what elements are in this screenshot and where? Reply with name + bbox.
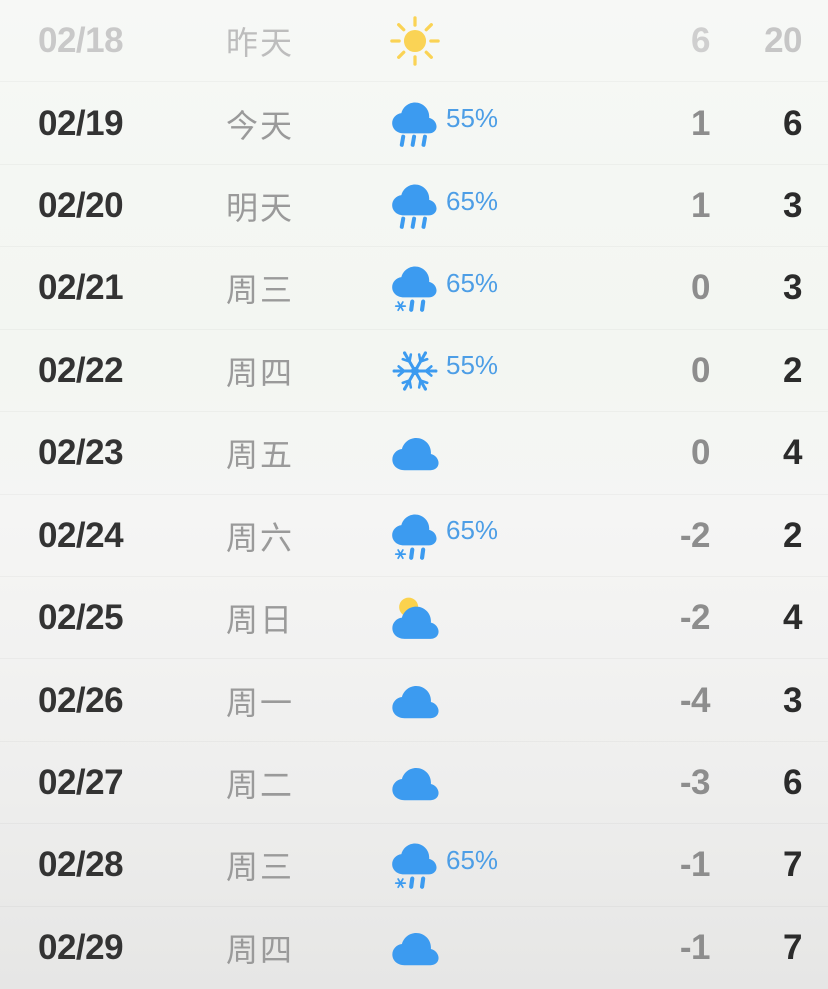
- forecast-high-temp: 3: [783, 268, 802, 308]
- forecast-day-label: 周三: [226, 849, 295, 886]
- forecast-date: 02/22: [38, 350, 124, 390]
- forecast-low-temp: 6: [691, 21, 710, 61]
- forecast-condition: [378, 919, 614, 977]
- forecast-condition: 65%: [378, 177, 614, 235]
- forecast-date: 02/19: [38, 103, 124, 143]
- precipitation-probability: 65%: [446, 185, 499, 216]
- forecast-day-label: 昨天: [226, 25, 295, 62]
- forecast-condition: [378, 424, 614, 482]
- forecast-condition: 65%: [378, 259, 614, 317]
- forecast-date: 02/18: [38, 21, 124, 61]
- forecast-date: 02/25: [38, 598, 124, 638]
- forecast-high-temp: 2: [783, 350, 802, 390]
- cloud-icon: [386, 754, 444, 812]
- forecast-low-temp: 0: [691, 268, 710, 308]
- forecast-high-temp: 7: [783, 845, 802, 885]
- forecast-date: 02/23: [38, 433, 124, 473]
- forecast-high-temp: 7: [783, 927, 802, 967]
- precipitation-probability: 65%: [446, 515, 499, 546]
- forecast-high-temp: 3: [783, 680, 802, 720]
- forecast-high-temp: 3: [783, 186, 802, 226]
- forecast-row[interactable]: 02/26 周一 -4 3: [0, 659, 828, 741]
- precipitation-probability: 55%: [446, 350, 499, 381]
- forecast-condition: [378, 589, 614, 647]
- sleet-cloud-icon: [386, 836, 444, 894]
- cloud-icon: [386, 919, 444, 977]
- partly-cloudy-icon: [386, 589, 444, 647]
- forecast-date: 02/27: [38, 763, 124, 802]
- forecast-high-temp: 6: [783, 763, 802, 802]
- forecast-row[interactable]: 02/22 周四 55% 0 2: [0, 330, 828, 412]
- forecast-low-temp: 1: [691, 186, 710, 226]
- sun-icon: [386, 12, 444, 70]
- forecast-day-label: 周四: [226, 931, 295, 968]
- forecast-low-temp: -1: [679, 927, 711, 967]
- forecast-date: 02/24: [38, 515, 124, 555]
- forecast-low-temp: 0: [691, 433, 710, 473]
- forecast-low-temp: -1: [679, 845, 711, 885]
- forecast-day-label: 周一: [226, 684, 295, 721]
- forecast-day-label: 周二: [226, 767, 295, 803]
- forecast-low-temp: -2: [679, 598, 711, 638]
- cloud-icon: [386, 424, 444, 482]
- precipitation-probability: 65%: [446, 267, 499, 298]
- forecast-high-temp: 20: [764, 21, 802, 61]
- forecast-row[interactable]: 02/27 周二 -3 6: [0, 742, 828, 824]
- rain-cloud-icon: [386, 95, 444, 153]
- forecast-row[interactable]: 02/21 周三 65% 0 3: [0, 247, 828, 329]
- forecast-date: 02/21: [38, 268, 124, 308]
- forecast-condition: 65%: [378, 836, 614, 894]
- forecast-day-label: 今天: [226, 107, 295, 144]
- forecast-low-temp: -3: [679, 763, 711, 802]
- forecast-row[interactable]: 02/28 周三 65% -1 7: [0, 824, 828, 906]
- forecast-low-temp: -4: [679, 680, 711, 720]
- snowflake-icon: [386, 342, 444, 400]
- forecast-low-temp: 0: [691, 350, 710, 390]
- forecast-date: 02/20: [38, 186, 124, 226]
- sleet-cloud-icon: [386, 507, 444, 565]
- rain-cloud-icon: [386, 177, 444, 235]
- forecast-condition: [378, 754, 614, 812]
- forecast-row[interactable]: 02/23 周五 0 4: [0, 412, 828, 494]
- forecast-high-temp: 2: [783, 515, 802, 555]
- forecast-high-temp: 6: [783, 103, 802, 143]
- forecast-condition: [378, 672, 614, 730]
- forecast-low-temp: -2: [679, 515, 711, 555]
- forecast-day-label: 明天: [226, 190, 295, 227]
- forecast-condition: 65%: [378, 507, 614, 565]
- forecast-day-label: 周三: [226, 272, 295, 309]
- forecast-row[interactable]: 02/20 明天 65% 1 3: [0, 165, 828, 247]
- precipitation-probability: 65%: [446, 844, 499, 875]
- forecast-condition: 55%: [378, 342, 614, 400]
- forecast-date: 02/28: [38, 845, 124, 885]
- forecast-high-temp: 4: [783, 598, 802, 638]
- weather-forecast-list: 02/18 昨天 6 20 02/19 今天 55% 1 6 02/20 明天 65% 1 3 02/21 周…: [0, 0, 828, 989]
- forecast-condition: [378, 12, 614, 70]
- forecast-row[interactable]: 02/29 周四 -1 7: [0, 907, 828, 989]
- forecast-condition: 55%: [378, 95, 614, 153]
- forecast-row[interactable]: 02/25 周日 -2 4: [0, 577, 828, 659]
- forecast-day-label: 周日: [226, 602, 295, 639]
- forecast-low-temp: 1: [691, 103, 710, 143]
- precipitation-probability: 55%: [446, 103, 499, 134]
- cloud-icon: [386, 672, 444, 730]
- sleet-cloud-icon: [386, 259, 444, 317]
- forecast-day-label: 周五: [226, 437, 295, 474]
- forecast-date: 02/26: [38, 680, 124, 720]
- forecast-row[interactable]: 02/24 周六 65% -2 2: [0, 495, 828, 577]
- forecast-row[interactable]: 02/19 今天 55% 1 6: [0, 82, 828, 164]
- forecast-day-label: 周四: [226, 354, 295, 391]
- forecast-date: 02/29: [38, 927, 124, 967]
- forecast-row[interactable]: 02/18 昨天 6 20: [0, 0, 828, 82]
- forecast-day-label: 周六: [226, 519, 295, 556]
- forecast-high-temp: 4: [783, 433, 802, 473]
